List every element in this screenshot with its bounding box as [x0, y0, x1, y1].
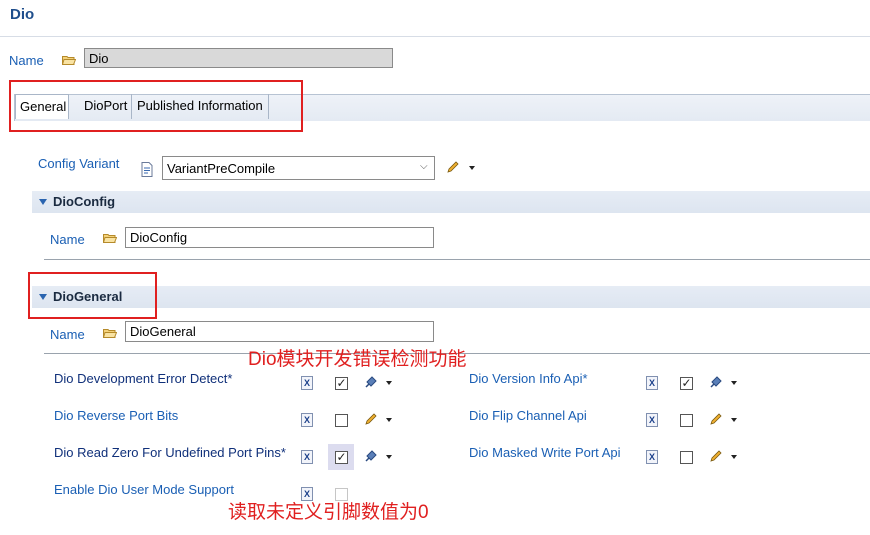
- param-label-dev-error-detect: Dio Development Error Detect*: [54, 371, 233, 386]
- xdm-parameter-icon: X: [301, 413, 313, 427]
- tabs-highlight-box: [9, 80, 303, 132]
- pencil-icon[interactable]: [364, 412, 378, 426]
- xdm-parameter-icon: X: [646, 450, 658, 464]
- dioconfig-section-header[interactable]: [32, 191, 870, 213]
- editor-title: Dio: [10, 6, 35, 23]
- xdm-parameter-icon: X: [301, 450, 313, 464]
- chevron-down-icon[interactable]: ⌵: [420, 161, 428, 172]
- pencil-icon[interactable]: [709, 449, 723, 463]
- annotation-read-zero: 读取未定义引脚数值为0: [228, 502, 429, 523]
- checkbox-masked-write[interactable]: [680, 451, 693, 464]
- diogeneral-name-label: Name: [50, 327, 85, 342]
- checkbox-version-info-api[interactable]: ✓: [680, 377, 693, 390]
- annotation-dev-error-detect: Dio模块开发错误检测功能: [248, 349, 467, 370]
- calc-menu-arrow-icon[interactable]: [731, 381, 737, 385]
- xdm-parameter-icon: X: [646, 413, 658, 427]
- xdm-parameter-icon: X: [301, 376, 313, 390]
- collapse-triangle-icon[interactable]: [39, 199, 47, 205]
- pencil-icon[interactable]: [446, 160, 460, 174]
- dioconfig-name-label: Name: [50, 232, 85, 247]
- param-label-user-mode: Enable Dio User Mode Support: [54, 482, 234, 497]
- diogeneral-section-header[interactable]: [32, 286, 870, 308]
- pencil-icon[interactable]: [709, 412, 723, 426]
- calculator-icon[interactable]: [364, 449, 378, 463]
- pencil-menu-arrow-icon[interactable]: [731, 418, 737, 422]
- pencil-menu-arrow-icon[interactable]: [731, 455, 737, 459]
- checkbox-read-zero[interactable]: ✓: [335, 451, 348, 464]
- calc-menu-arrow-icon[interactable]: [386, 455, 392, 459]
- checkbox-reverse-port-bits[interactable]: [335, 414, 348, 427]
- config-variant-select[interactable]: VariantPreCompile: [162, 156, 435, 180]
- calc-menu-arrow-icon[interactable]: [386, 381, 392, 385]
- diogeneral-highlight-box: [28, 272, 157, 319]
- pencil-menu-arrow-icon[interactable]: [469, 166, 475, 170]
- param-label-masked-write: Dio Masked Write Port Api: [469, 445, 621, 460]
- checkbox-dev-error-detect[interactable]: ✓: [335, 377, 348, 390]
- checkbox-flip-channel-api[interactable]: [680, 414, 693, 427]
- dioconfig-name-field[interactable]: DioConfig: [125, 227, 434, 248]
- title-divider: [0, 36, 870, 37]
- param-label-flip-channel-api: Dio Flip Channel Api: [469, 408, 587, 423]
- folder-open-icon: [62, 56, 76, 65]
- param-label-read-zero: Dio Read Zero For Undefined Port Pins*: [54, 445, 286, 460]
- xdm-parameter-icon: X: [646, 376, 658, 390]
- diogeneral-name-field[interactable]: DioGeneral: [125, 321, 434, 342]
- folder-open-icon: [103, 234, 117, 243]
- module-name-field[interactable]: Dio: [84, 48, 393, 68]
- config-variant-label: Config Variant: [38, 156, 120, 171]
- name-label: Name: [9, 53, 44, 68]
- calculator-icon[interactable]: [709, 375, 723, 389]
- dioconfig-divider: [44, 259, 870, 260]
- folder-open-icon: [103, 329, 117, 338]
- param-label-version-info-api: Dio Version Info Api*: [469, 371, 588, 386]
- calculator-icon[interactable]: [364, 375, 378, 389]
- document-icon: [141, 162, 153, 177]
- param-label-reverse-port-bits: Dio Reverse Port Bits: [54, 408, 179, 423]
- dioconfig-section-title: DioConfig: [53, 194, 116, 209]
- pencil-menu-arrow-icon[interactable]: [386, 418, 392, 422]
